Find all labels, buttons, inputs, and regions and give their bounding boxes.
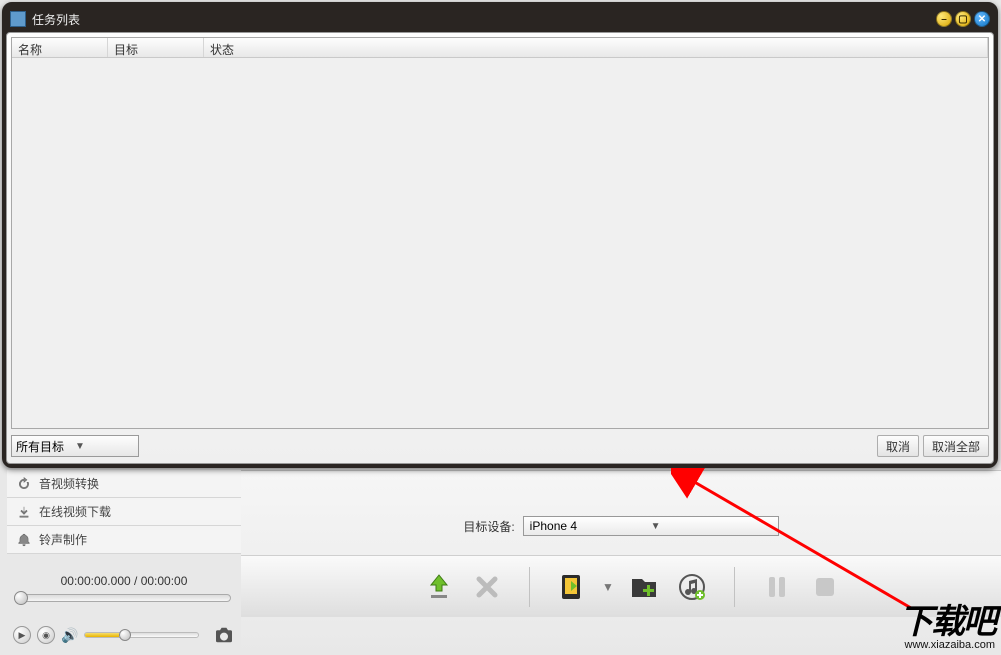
minimize-button[interactable]: –: [936, 11, 952, 27]
add-folder-button[interactable]: [626, 569, 662, 605]
device-label: 目标设备:: [463, 518, 514, 535]
stop-button[interactable]: ◉: [37, 626, 55, 644]
device-selected: iPhone 4: [530, 519, 651, 533]
timeline-knob[interactable]: [14, 591, 28, 605]
sidebar-item-ringtone[interactable]: 铃声制作: [7, 526, 241, 554]
cancel-button[interactable]: [469, 569, 505, 605]
list-content[interactable]: [12, 58, 988, 428]
time-sep: /: [131, 574, 141, 588]
dialog-titlebar[interactable]: 任务列表 – ▢ ✕: [6, 6, 994, 32]
volume-knob[interactable]: [119, 629, 131, 641]
content-panel: 目标设备: iPhone 4 ▼ ▼: [241, 470, 1001, 655]
stop-all-button[interactable]: [807, 569, 843, 605]
toolbar: ▼: [241, 555, 1001, 617]
sidebar-item-online-download[interactable]: 在线视频下载: [7, 498, 241, 526]
time-current: 00:00:00.000: [61, 574, 131, 588]
pause-button[interactable]: [759, 569, 795, 605]
maximize-button[interactable]: ▢: [955, 11, 971, 27]
time-display: 00:00:00.000 / 00:00:00: [7, 560, 241, 594]
download-icon: [17, 505, 31, 519]
timeline-track[interactable]: [17, 594, 231, 602]
col-status[interactable]: 状态: [204, 38, 988, 57]
sidebar-item-label: 在线视频下载: [39, 503, 111, 520]
sidebar: 音视频转换 在线视频下载 铃声制作: [7, 470, 241, 554]
task-list-dialog: 任务列表 – ▢ ✕ 名称 目标 状态 所有目标 ▼ 取消 取消全部: [2, 2, 998, 468]
col-name[interactable]: 名称: [12, 38, 108, 57]
bell-icon: [17, 533, 31, 547]
task-list: 名称 目标 状态: [11, 37, 989, 429]
device-row: 目标设备: iPhone 4 ▼: [241, 511, 1001, 541]
timeline: 00:00:00.000 / 00:00:00: [7, 560, 241, 602]
download-start-button[interactable]: [421, 569, 457, 605]
list-header: 名称 目标 状态: [12, 38, 988, 58]
chevron-down-icon: ▼: [651, 521, 772, 532]
dialog-body: 名称 目标 状态 所有目标 ▼ 取消 取消全部: [6, 32, 994, 464]
chevron-down-icon: ▼: [75, 441, 134, 452]
separator: [529, 567, 530, 607]
dialog-footer: 所有目标 ▼ 取消 取消全部: [11, 429, 989, 459]
player-controls: ▶ ◉ 🔊: [7, 620, 241, 650]
sidebar-item-av-convert[interactable]: 音视频转换: [7, 470, 241, 498]
device-select[interactable]: iPhone 4 ▼: [523, 516, 779, 536]
volume-icon[interactable]: 🔊: [61, 627, 78, 644]
sidebar-item-label: 铃声制作: [39, 531, 87, 548]
refresh-icon: [17, 477, 31, 491]
separator: [734, 567, 735, 607]
time-total: 00:00:00: [141, 574, 188, 588]
close-button[interactable]: ✕: [974, 11, 990, 27]
dialog-title: 任务列表: [32, 11, 936, 28]
volume-fill: [85, 633, 119, 637]
dropdown-arrow-icon[interactable]: ▼: [602, 580, 614, 594]
app-icon: [10, 11, 26, 27]
col-target[interactable]: 目标: [108, 38, 204, 57]
sidebar-item-label: 音视频转换: [39, 475, 99, 492]
target-filter-select[interactable]: 所有目标 ▼: [11, 435, 139, 457]
snapshot-button[interactable]: [213, 626, 235, 644]
cancel-task-button[interactable]: 取消: [877, 435, 919, 457]
add-to-itunes-button[interactable]: [674, 569, 710, 605]
send-to-device-button[interactable]: [554, 569, 590, 605]
volume-slider[interactable]: [84, 632, 199, 638]
play-button[interactable]: ▶: [13, 626, 31, 644]
cancel-all-button[interactable]: 取消全部: [923, 435, 989, 457]
target-filter-label: 所有目标: [16, 438, 75, 455]
